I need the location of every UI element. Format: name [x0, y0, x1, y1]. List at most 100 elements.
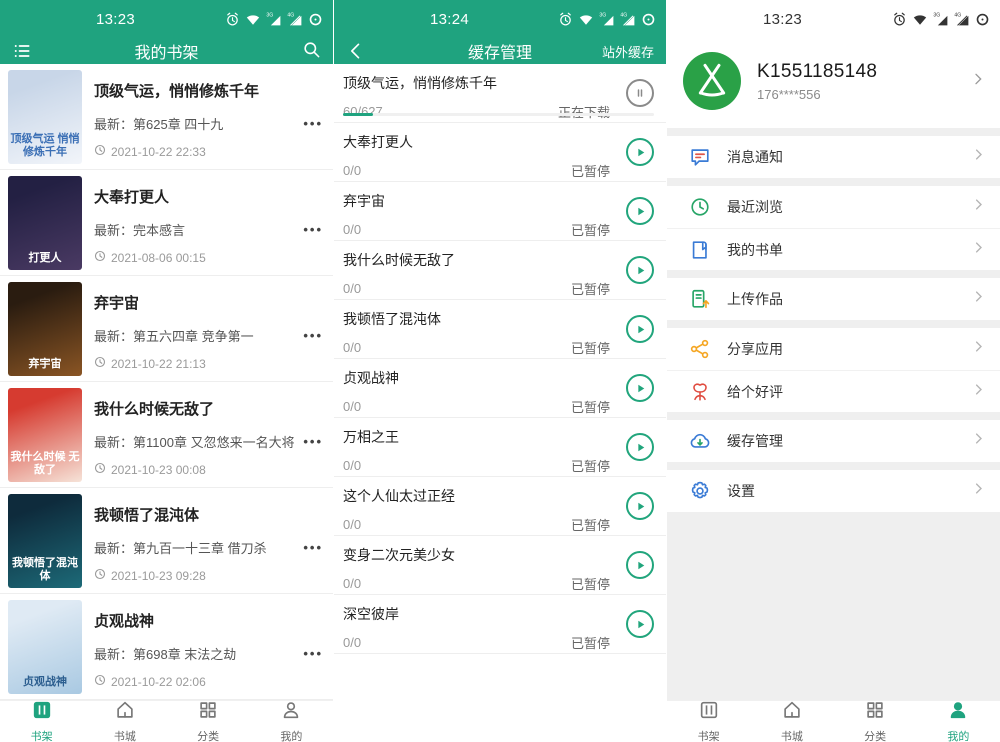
menu-item-cloud-download[interactable]: 缓存管理 — [667, 420, 1000, 462]
book-cover[interactable]: 贞观战神 — [8, 600, 82, 694]
more-options-icon[interactable]: ••• — [303, 540, 323, 555]
resume-button[interactable] — [626, 433, 654, 461]
clock-icon — [94, 568, 106, 583]
cache-item[interactable]: 变身二次元美少女 0/0 已暂停 — [334, 536, 666, 595]
book-update-time: 2021-10-23 00:08 — [111, 463, 206, 477]
tab-label: 书架 — [698, 728, 720, 742]
more-options-icon[interactable]: ••• — [303, 434, 323, 449]
profile-card[interactable]: K1551185148 176****556 — [667, 38, 1000, 128]
book-update-time: 2021-10-22 02:06 — [111, 675, 206, 689]
book-row[interactable]: 弃宇宙 弃宇宙 最新：第五六四章 竞争第一 ••• 2021-10-22 21:… — [0, 276, 333, 382]
chevron-right-icon — [971, 431, 986, 451]
data-saver-icon — [308, 12, 323, 27]
book-latest-chapter: 最新：第九百一十三章 借刀杀 — [94, 538, 295, 557]
menu-item-gear[interactable]: 设置 — [667, 470, 1000, 512]
book-row[interactable]: 打更人 大奉打更人 最新：完本感言 ••• 2021-08-06 00:15 — [0, 170, 333, 276]
chevron-right-icon — [971, 289, 986, 309]
menu-item-share[interactable]: 分享应用 — [667, 328, 1000, 370]
tab-grid[interactable]: 分类 — [167, 701, 250, 742]
resume-button[interactable] — [626, 374, 654, 402]
cache-item[interactable]: 万相之王 0/0 已暂停 — [334, 418, 666, 477]
app: 13:23 3G4G 我的书架 顶级气运 悄悄修炼千年 顶级气运，悄悄修炼千年 … — [0, 0, 1000, 742]
svg-text:4G: 4G — [287, 12, 294, 18]
clock-icon — [94, 144, 106, 159]
book-cover[interactable]: 顶级气运 悄悄修炼千年 — [8, 70, 82, 164]
menu-item-clock[interactable]: 最近浏览 — [667, 186, 1000, 228]
offsite-cache-button[interactable]: 站外缓存 — [602, 42, 654, 61]
resume-button[interactable] — [626, 138, 654, 166]
book-row[interactable]: 贞观战神 贞观战神 最新：第698章 末法之劫 ••• 2021-10-22 0… — [0, 594, 333, 700]
chevron-right-icon — [971, 382, 986, 402]
clock-icon — [94, 462, 106, 477]
cache-item[interactable]: 顶级气运，悄悄修炼千年 60/627 正在下载 — [334, 64, 666, 123]
cache-chapter-count: 0/0 — [343, 458, 361, 473]
cache-status: 已暂停 — [571, 161, 610, 180]
menu-item-label: 最近浏览 — [727, 197, 971, 217]
menu-groups: 消息通知 最近浏览 我的书单 上传作品 分享应用 — [667, 136, 1000, 512]
book-latest-chapter: 最新：第五六四章 竞争第一 — [94, 326, 295, 345]
resume-button[interactable] — [626, 315, 654, 343]
search-icon[interactable] — [302, 40, 321, 62]
avatar — [683, 52, 741, 110]
book-latest-chapter: 最新：第1100章 又忽悠来一名大将 — [94, 432, 295, 451]
more-options-icon[interactable]: ••• — [303, 328, 323, 343]
more-options-icon[interactable]: ••• — [303, 646, 323, 661]
status-time: 13:23 — [763, 11, 802, 28]
book-cover[interactable]: 打更人 — [8, 176, 82, 270]
shelf-icon — [31, 699, 53, 726]
back-icon[interactable] — [346, 41, 366, 61]
tab-person[interactable]: 我的 — [250, 701, 333, 742]
clock-icon — [94, 356, 106, 371]
cache-item[interactable]: 深空彼岸 0/0 已暂停 — [334, 595, 666, 654]
cache-item[interactable]: 弃宇宙 0/0 已暂停 — [334, 182, 666, 241]
book-row[interactable]: 我顿悟了混沌体 我顿悟了混沌体 最新：第九百一十三章 借刀杀 ••• 2021-… — [0, 488, 333, 594]
pause-button[interactable] — [626, 79, 654, 107]
tab-person[interactable]: 我的 — [917, 701, 1000, 742]
book-title: 我顿悟了混沌体 — [94, 504, 323, 525]
resume-button[interactable] — [626, 197, 654, 225]
message-icon — [689, 146, 711, 168]
resume-button[interactable] — [626, 256, 654, 284]
cache-list: 顶级气运，悄悄修炼千年 60/627 正在下载 大奉打更人 0/0 已暂停 弃宇… — [334, 64, 666, 654]
status-time: 13:24 — [430, 11, 469, 28]
book-row[interactable]: 顶级气运 悄悄修炼千年 顶级气运，悄悄修炼千年 最新：第625章 四十九 •••… — [0, 64, 333, 170]
more-options-icon[interactable]: ••• — [303, 222, 323, 237]
cache-item[interactable]: 我什么时候无敌了 0/0 已暂停 — [334, 241, 666, 300]
book-title: 贞观战神 — [94, 610, 323, 631]
book-cover[interactable]: 我顿悟了混沌体 — [8, 494, 82, 588]
book-cover[interactable]: 我什么时候 无敌了 — [8, 388, 82, 482]
menu-item-message[interactable]: 消息通知 — [667, 136, 1000, 178]
menu-item-upload[interactable]: 上传作品 — [667, 278, 1000, 320]
resume-button[interactable] — [626, 551, 654, 579]
menu-list-icon[interactable] — [12, 41, 32, 61]
menu-item-booklist[interactable]: 我的书单 — [667, 228, 1000, 270]
cache-item[interactable]: 贞观战神 0/0 已暂停 — [334, 359, 666, 418]
cache-book-title: 大奉打更人 — [343, 132, 610, 152]
more-options-icon[interactable]: ••• — [303, 116, 323, 131]
book-latest-chapter: 最新：第698章 末法之劫 — [94, 644, 295, 663]
resume-button[interactable] — [626, 610, 654, 638]
cache-item[interactable]: 大奉打更人 0/0 已暂停 — [334, 123, 666, 182]
cache-item[interactable]: 这个人仙太过正经 0/0 已暂停 — [334, 477, 666, 536]
menu-group: 设置 — [667, 470, 1000, 512]
tab-label: 我的 — [280, 728, 302, 742]
menu-item-praise[interactable]: 给个好评 — [667, 370, 1000, 412]
tab-home[interactable]: 书城 — [750, 701, 833, 742]
book-title: 大奉打更人 — [94, 186, 323, 207]
cache-book-title: 深空彼岸 — [343, 604, 610, 624]
cache-chapter-count: 0/0 — [343, 222, 361, 237]
profile-texts: K1551185148 176****556 — [757, 61, 970, 102]
book-update-time: 2021-10-23 09:28 — [111, 569, 206, 583]
tab-shelf[interactable]: 书架 — [667, 701, 750, 742]
menu-group: 最近浏览 我的书单 — [667, 186, 1000, 270]
tab-grid[interactable]: 分类 — [834, 701, 917, 742]
book-cover[interactable]: 弃宇宙 — [8, 282, 82, 376]
clock-icon — [689, 196, 711, 218]
tab-shelf[interactable]: 书架 — [0, 701, 83, 742]
cache-item[interactable]: 我顿悟了混沌体 0/0 已暂停 — [334, 300, 666, 359]
book-row[interactable]: 我什么时候 无敌了 我什么时候无敌了 最新：第1100章 又忽悠来一名大将 ••… — [0, 382, 333, 488]
home-icon — [781, 699, 803, 726]
resume-button[interactable] — [626, 492, 654, 520]
grid-icon — [197, 699, 219, 726]
tab-home[interactable]: 书城 — [83, 701, 166, 742]
